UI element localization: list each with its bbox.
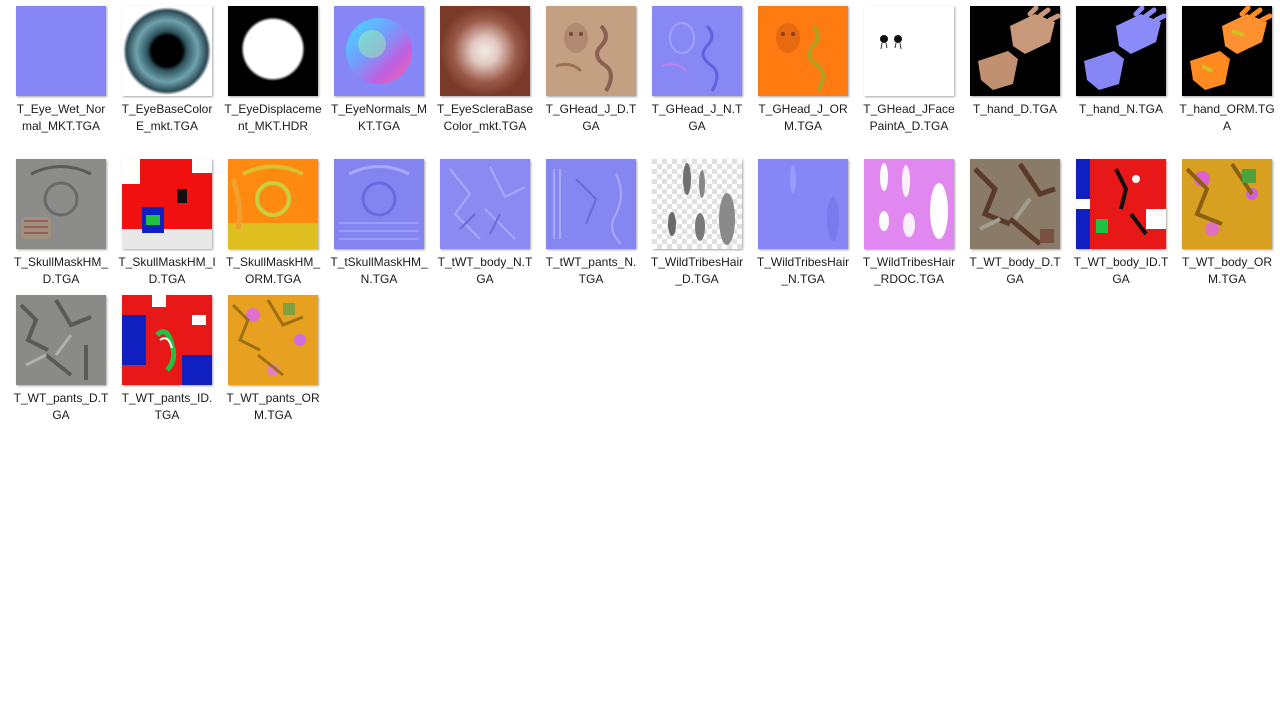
file-item[interactable]: T_WT_pants_ID.TGA [114,289,220,425]
file-name: T_hand_ORM.TGA [1179,102,1275,133]
file-item[interactable]: T_tWT_pants_N.TGA [538,153,644,289]
file-item[interactable]: T_WildTribesHair_N.TGA [750,153,856,289]
texture-thumbnail [334,6,424,96]
texture-thumbnail [16,295,106,385]
texture-thumbnail [228,6,318,96]
file-name: T_GHead_J_D.TGA [545,102,637,133]
file-name: T_hand_D.TGA [972,102,1058,116]
texture-thumbnail [652,159,742,249]
file-item[interactable]: T_EyeDisplacement_MKT.HDR [220,0,326,153]
file-item[interactable]: T_WT_body_ID.TGA [1068,153,1174,289]
texture-thumbnail [440,159,530,249]
file-item[interactable]: T_WT_pants_D.TGA [8,289,114,425]
texture-thumbnail [228,295,318,385]
file-item[interactable]: T_hand_ORM.TGA [1174,0,1280,153]
file-item[interactable]: T_SkullMaskHM_ORM.TGA [220,153,326,289]
file-name: T_SkullMaskHM_ID.TGA [118,255,216,286]
texture-thumbnail [1076,159,1166,249]
file-name: T_tWT_pants_N.TGA [545,255,637,286]
texture-thumbnail [1182,159,1272,249]
file-name: T_WT_body_ORM.TGA [1181,255,1273,286]
file-item[interactable]: T_EyeBaseColorE_mkt.TGA [114,0,220,153]
texture-thumbnail [970,6,1060,96]
file-name: T_EyeScleraBaseColor_mkt.TGA [436,102,534,133]
file-name: T_WT_pants_ORM.TGA [226,391,320,422]
file-name: T_Eye_Wet_Normal_MKT.TGA [16,102,106,133]
file-item[interactable]: T_hand_N.TGA [1068,0,1174,153]
file-item[interactable]: T_EyeNormals_MKT.TGA [326,0,432,153]
file-name: T_tWT_body_N.TGA [437,255,533,286]
texture-thumbnail [546,6,636,96]
file-name: T_SkullMaskHM_D.TGA [13,255,109,286]
texture-thumbnail [758,6,848,96]
file-name: T_GHead_JFacePaintA_D.TGA [863,102,955,133]
file-item[interactable]: T_GHead_J_N.TGA [644,0,750,153]
texture-thumbnail [122,159,212,249]
file-name: T_EyeNormals_MKT.TGA [330,102,428,133]
file-name: T_GHead_J_ORM.TGA [758,102,848,133]
file-item[interactable]: T_GHead_JFacePaintA_D.TGA [856,0,962,153]
texture-thumbnail [864,6,954,96]
file-name: T_hand_N.TGA [1078,102,1164,116]
file-name: T_WildTribesHair_N.TGA [756,255,850,286]
file-item[interactable]: T_WildTribesHair_D.TGA [644,153,750,289]
file-item[interactable]: T_Eye_Wet_Normal_MKT.TGA [8,0,114,153]
file-item[interactable]: T_hand_D.TGA [962,0,1068,153]
file-item[interactable]: T_SkullMaskHM_D.TGA [8,153,114,289]
file-item[interactable]: T_WT_pants_ORM.TGA [220,289,326,425]
file-name: T_GHead_J_N.TGA [651,102,743,133]
texture-thumbnail [122,295,212,385]
file-item[interactable]: T_SkullMaskHM_ID.TGA [114,153,220,289]
file-item[interactable]: T_tSkullMaskHM_N.TGA [326,153,432,289]
file-item[interactable]: T_GHead_J_D.TGA [538,0,644,153]
file-name: T_WT_pants_ID.TGA [121,391,213,422]
file-grid: T_Eye_Wet_Normal_MKT.TGA T_EyeBaseColorE… [8,0,1280,425]
file-name: T_tSkullMaskHM_N.TGA [330,255,428,286]
file-name: T_WT_body_ID.TGA [1073,255,1169,286]
file-name: T_EyeDisplacement_MKT.HDR [224,102,322,133]
texture-thumbnail [1182,6,1272,96]
texture-thumbnail [16,6,106,96]
file-item[interactable]: T_tWT_body_N.TGA [432,153,538,289]
file-name: T_SkullMaskHM_ORM.TGA [225,255,321,286]
texture-thumbnail [122,6,212,96]
file-name: T_WildTribesHair_RDOC.TGA [862,255,956,286]
texture-thumbnail [546,159,636,249]
file-name: T_WT_pants_D.TGA [13,391,109,422]
texture-thumbnail [652,6,742,96]
texture-thumbnail [970,159,1060,249]
texture-thumbnail [758,159,848,249]
texture-thumbnail [16,159,106,249]
file-item[interactable]: T_WT_body_ORM.TGA [1174,153,1280,289]
file-item[interactable]: T_GHead_J_ORM.TGA [750,0,856,153]
file-name: T_EyeBaseColorE_mkt.TGA [121,102,213,133]
texture-thumbnail [228,159,318,249]
texture-thumbnail [1076,6,1166,96]
file-item[interactable]: T_EyeScleraBaseColor_mkt.TGA [432,0,538,153]
texture-thumbnail [864,159,954,249]
file-name: T_WildTribesHair_D.TGA [650,255,744,286]
texture-thumbnail [334,159,424,249]
texture-thumbnail [440,6,530,96]
file-name: T_WT_body_D.TGA [969,255,1061,286]
file-item[interactable]: T_WildTribesHair_RDOC.TGA [856,153,962,289]
file-item[interactable]: T_WT_body_D.TGA [962,153,1068,289]
